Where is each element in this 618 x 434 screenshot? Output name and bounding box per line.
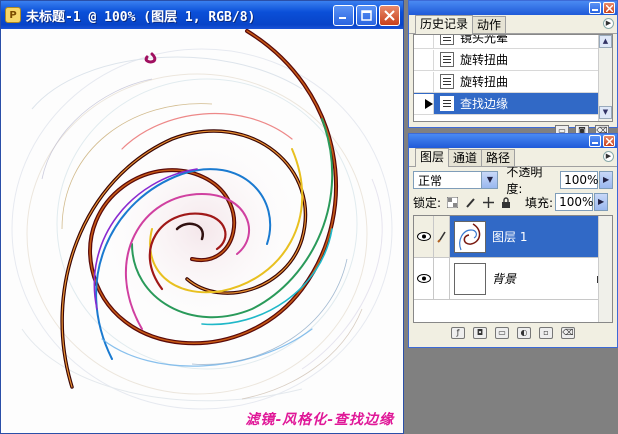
swirl-thumbnail-icon bbox=[459, 222, 481, 250]
history-item-label: 镜头光晕 bbox=[460, 34, 509, 45]
tab-channels[interactable]: 通道 bbox=[448, 149, 483, 166]
layers-footer: ƒ ◘ ▭ ◐ ▫ ⌫ bbox=[409, 323, 617, 343]
layers-scrollbar[interactable] bbox=[598, 216, 612, 322]
layers-tabs: 图层 通道 路径 ▶ bbox=[409, 148, 617, 167]
close-icon bbox=[384, 9, 395, 21]
fill-flyout-icon[interactable]: ▶ bbox=[594, 193, 609, 211]
maximize-icon bbox=[361, 9, 372, 21]
close-button[interactable] bbox=[379, 4, 400, 26]
history-item[interactable]: 旋转扭曲 bbox=[414, 49, 612, 71]
palette-menu-arrow-icon[interactable]: ▶ bbox=[603, 18, 614, 29]
image-canvas[interactable]: 滤镜-风格化-查找边缘 bbox=[2, 29, 402, 433]
lock-position-icon[interactable] bbox=[481, 195, 495, 209]
history-palette: 历史记录 动作 ▶ 镜头光晕 旋转扭曲 旋转扭曲 查找边缘 ▲ ▼ ▭ ◙ ⌫ bbox=[408, 0, 618, 137]
history-item[interactable]: 镜头光晕 bbox=[414, 34, 612, 49]
layers-palette-titlebar[interactable] bbox=[409, 134, 617, 148]
add-mask-icon[interactable]: ◘ bbox=[473, 327, 487, 339]
history-pointer-arrow-icon bbox=[425, 98, 433, 109]
layer-name: 背景 bbox=[492, 272, 517, 286]
paintbrush-icon bbox=[436, 231, 446, 243]
history-tabs: 历史记录 动作 ▶ bbox=[409, 15, 617, 34]
history-pointer-icon bbox=[414, 93, 434, 114]
lock-transparency-icon[interactable] bbox=[445, 195, 459, 209]
history-state-icon bbox=[440, 35, 454, 45]
history-item-label: 旋转扭曲 bbox=[460, 75, 509, 89]
tab-paths[interactable]: 路径 bbox=[481, 149, 516, 166]
maximize-button[interactable] bbox=[356, 4, 377, 26]
history-item[interactable]: 旋转扭曲 bbox=[414, 71, 612, 93]
document-title-bar[interactable]: P 未标题-1 @ 100% (图层 1, RGB/8) bbox=[1, 1, 403, 29]
layer-row-selected[interactable]: 图层 1 bbox=[414, 216, 612, 258]
blend-mode-value: 正常 bbox=[418, 173, 443, 188]
brush-icon bbox=[465, 197, 475, 208]
history-item-label: 旋转扭曲 bbox=[460, 53, 509, 67]
history-source-slot bbox=[414, 71, 434, 92]
visibility-eye-icon[interactable] bbox=[414, 216, 434, 257]
move-icon bbox=[482, 196, 494, 208]
history-list: 镜头光晕 旋转扭曲 旋转扭曲 查找边缘 ▲ ▼ bbox=[413, 34, 613, 122]
palette-minimize-button[interactable] bbox=[589, 135, 601, 147]
history-item-selected[interactable]: 查找边缘 bbox=[414, 93, 612, 115]
history-state-icon bbox=[440, 52, 454, 67]
document-title: 未标题-1 @ 100% (图层 1, RGB/8) bbox=[26, 9, 256, 25]
eye-icon bbox=[416, 232, 431, 241]
swirl-artwork bbox=[2, 29, 402, 433]
layer-thumbnail bbox=[454, 262, 486, 295]
opacity-label: 不透明度: bbox=[506, 165, 543, 196]
scroll-down-icon[interactable]: ▼ bbox=[599, 106, 612, 119]
scroll-track bbox=[599, 48, 612, 106]
history-scrollbar[interactable]: ▲ ▼ bbox=[598, 35, 612, 121]
layers-list: 图层 1 背景 bbox=[413, 215, 613, 323]
lock-label: 锁定: bbox=[413, 195, 442, 210]
brush-link-icon[interactable] bbox=[434, 216, 450, 257]
new-group-icon[interactable]: ▭ bbox=[495, 327, 509, 339]
minimize-icon bbox=[592, 142, 598, 144]
blend-mode-select[interactable]: 正常 ▼ bbox=[413, 171, 499, 189]
layers-palette: 图层 通道 路径 ▶ 正常 ▼ 不透明度: 100% ▶ 锁定: 填充: 100… bbox=[408, 133, 618, 348]
palette-close-button[interactable] bbox=[603, 2, 615, 14]
history-state-icon bbox=[440, 74, 454, 89]
delete-layer-icon[interactable]: ⌫ bbox=[561, 327, 575, 339]
document-window: P 未标题-1 @ 100% (图层 1, RGB/8) 滤镜-风格化-查找边缘 bbox=[0, 0, 404, 434]
minimize-icon bbox=[339, 16, 346, 19]
minimize-button[interactable] bbox=[333, 4, 354, 26]
lock-all-icon[interactable] bbox=[499, 195, 513, 209]
checker-icon bbox=[446, 196, 458, 208]
history-source-slot bbox=[414, 35, 434, 48]
opacity-flyout-icon[interactable]: ▶ bbox=[599, 171, 613, 189]
adjustment-layer-icon[interactable]: ◐ bbox=[517, 327, 531, 339]
history-item-label: 查找边缘 bbox=[460, 97, 509, 111]
palette-minimize-button[interactable] bbox=[589, 2, 601, 14]
history-state-icon bbox=[440, 96, 454, 111]
layer-link-slot[interactable] bbox=[434, 258, 450, 299]
opacity-input[interactable]: 100% bbox=[560, 171, 598, 189]
close-icon bbox=[605, 4, 613, 12]
padlock-icon bbox=[502, 196, 511, 208]
eye-icon bbox=[416, 274, 431, 283]
photoshop-document-icon: P bbox=[5, 7, 21, 23]
tab-layers[interactable]: 图层 bbox=[415, 148, 450, 167]
history-source-slot bbox=[414, 49, 434, 70]
visibility-eye-icon[interactable] bbox=[414, 258, 434, 299]
fill-label: 填充: bbox=[525, 195, 554, 210]
layer-row[interactable]: 背景 bbox=[414, 258, 612, 300]
fill-input[interactable]: 100% bbox=[555, 193, 593, 211]
palette-close-button[interactable] bbox=[603, 135, 615, 147]
caption-text: 滤镜-风格化-查找边缘 bbox=[245, 412, 394, 428]
tab-actions[interactable]: 动作 bbox=[472, 16, 507, 33]
history-palette-titlebar[interactable] bbox=[409, 1, 617, 15]
layer-thumbnail bbox=[454, 220, 486, 253]
layer-style-icon[interactable]: ƒ bbox=[451, 327, 465, 339]
lock-image-icon[interactable] bbox=[463, 195, 477, 209]
chevron-down-icon: ▼ bbox=[481, 172, 498, 188]
new-layer-icon[interactable]: ▫ bbox=[539, 327, 553, 339]
palette-menu-arrow-icon[interactable]: ▶ bbox=[603, 151, 614, 162]
tab-history[interactable]: 历史记录 bbox=[415, 15, 474, 34]
layer-name: 图层 1 bbox=[492, 230, 528, 244]
close-icon bbox=[605, 137, 613, 145]
scroll-up-icon[interactable]: ▲ bbox=[599, 35, 612, 48]
minimize-icon bbox=[592, 9, 598, 11]
